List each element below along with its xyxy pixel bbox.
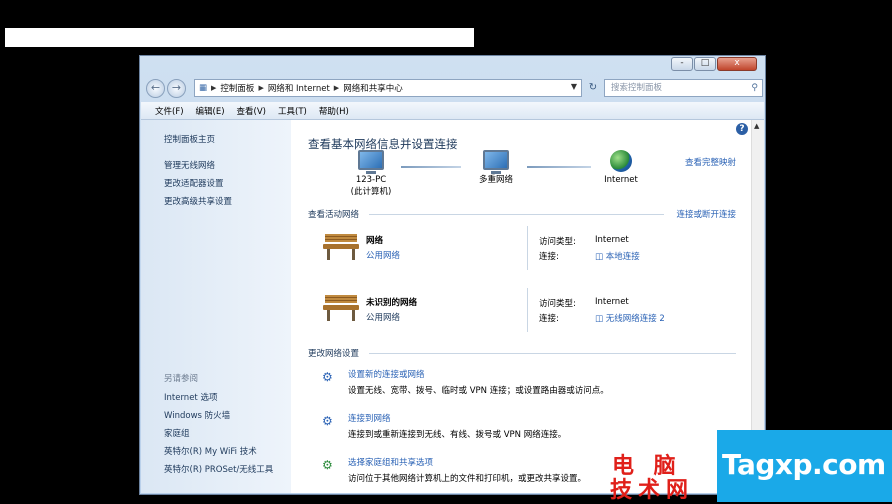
caption-buttons: - □ x bbox=[671, 57, 757, 72]
network-name: 未识别的网络 bbox=[366, 298, 418, 308]
breadcrumb-network-sharing-center[interactable]: 网络和共享中心 bbox=[343, 82, 403, 94]
watermark-site: Tagxp.com bbox=[722, 448, 886, 481]
breadcrumb-separator-icon: ▶ bbox=[333, 84, 340, 92]
network-icon bbox=[483, 150, 509, 174]
sidebar: 控制面板主页 管理无线网络 更改适配器设置 更改高级共享设置 另请参阅 Inte… bbox=[141, 120, 291, 493]
divider bbox=[369, 353, 736, 354]
homegroup-sharing-desc: 访问位于其他网络计算机上的文件和打印机，或更改共享设置。 bbox=[348, 474, 587, 484]
menu-view[interactable]: 查看(V) bbox=[237, 105, 266, 117]
sidebar-my-wifi[interactable]: 英特尔(R) My WiFi 技术 bbox=[164, 445, 257, 457]
sidebar-control-panel-home[interactable]: 控制面板主页 bbox=[164, 133, 215, 145]
ethernet-icon: ◫ bbox=[595, 252, 606, 262]
back-arrow-icon[interactable]: ← bbox=[146, 79, 165, 98]
wireless-connection-link[interactable]: ◫ 无线网络连接 2 bbox=[595, 312, 665, 324]
connection-label: 连接: bbox=[539, 252, 559, 262]
homegroup-sharing-link[interactable]: 选择家庭组和共享选项 bbox=[348, 456, 433, 468]
sidebar-change-adapter[interactable]: 更改适配器设置 bbox=[164, 177, 224, 189]
menu-help[interactable]: 帮助(H) bbox=[319, 105, 349, 117]
scroll-up-icon[interactable]: ▲ bbox=[754, 122, 759, 130]
node-mid-label: 多重网络 bbox=[478, 175, 513, 185]
setup-connection-desc: 设置无线、宽带、拨号、临时或 VPN 连接；或设置路由器或访问点。 bbox=[348, 386, 609, 396]
divider bbox=[369, 214, 664, 215]
network-sharing-center-window: - □ x ← → ▦ ▶ 控制面板 ▶ 网络和 Internet ▶ 网络和共… bbox=[139, 55, 766, 495]
homegroup-icon: ⚙ bbox=[322, 458, 333, 472]
navigation-row: ← → ▦ ▶ 控制面板 ▶ 网络和 Internet ▶ 网络和共享中心 ▼ … bbox=[144, 78, 763, 100]
minimize-button[interactable]: - bbox=[671, 57, 693, 71]
connection-line bbox=[401, 166, 461, 168]
network-name: 网络 bbox=[366, 236, 384, 246]
maximize-button[interactable]: □ bbox=[694, 57, 716, 71]
sidebar-manage-wireless[interactable]: 管理无线网络 bbox=[164, 159, 215, 171]
network-type-link[interactable]: 公用网络 bbox=[366, 249, 400, 261]
menu-tools[interactable]: 工具(T) bbox=[278, 105, 307, 117]
control-panel-icon: ▦ bbox=[199, 83, 208, 93]
menu-file[interactable]: 文件(F) bbox=[155, 105, 184, 117]
menu-bar: 文件(F) 编辑(E) 查看(V) 工具(T) 帮助(H) bbox=[141, 102, 764, 120]
local-connection-link[interactable]: ◫ 本地连接 bbox=[595, 250, 640, 262]
connect-to-network-link[interactable]: 连接到网络 bbox=[348, 412, 391, 424]
setup-connection-link[interactable]: 设置新的连接或网络 bbox=[348, 368, 425, 380]
connection-row: 连接: ◫ 本地连接 bbox=[539, 250, 640, 262]
main-content: ▲ ? 查看基本网络信息并设置连接 查看完整映射 123-PC (此计算机) 多… bbox=[291, 120, 764, 493]
connection-value: 本地连接 bbox=[605, 252, 640, 262]
top-white-bar bbox=[5, 28, 474, 47]
active-networks-header: 查看活动网络 bbox=[308, 210, 360, 220]
close-button[interactable]: x bbox=[717, 57, 757, 71]
sidebar-advanced-sharing[interactable]: 更改高级共享设置 bbox=[164, 195, 232, 207]
access-type-row: 访问类型: Internet bbox=[539, 297, 629, 309]
connection-label: 连接: bbox=[539, 314, 559, 324]
bench-icon bbox=[321, 293, 361, 323]
new-connection-icon: ⚙ bbox=[322, 370, 333, 384]
connect-disconnect-link[interactable]: 连接或断开连接 bbox=[676, 208, 736, 220]
node-multiple-networks: 多重网络 bbox=[466, 150, 526, 186]
watermark-text-line2: 技术网 bbox=[610, 478, 695, 503]
computer-icon bbox=[358, 150, 384, 174]
see-also-header: 另请参阅 bbox=[164, 374, 199, 384]
breadcrumb-separator-icon: ▶ bbox=[258, 84, 264, 92]
search-input[interactable]: 搜索控制面板 ⚲ bbox=[604, 79, 763, 97]
chevron-down-icon[interactable]: ▼ bbox=[571, 82, 577, 91]
access-type-row: 访问类型: Internet bbox=[539, 235, 629, 247]
node-this-computer: 123-PC (此计算机) bbox=[341, 150, 401, 198]
bench-icon bbox=[321, 232, 361, 262]
connection-row: 连接: ◫ 无线网络连接 2 bbox=[539, 312, 665, 324]
breadcrumb-network-internet[interactable]: 网络和 Internet bbox=[268, 82, 330, 94]
connection-value: 无线网络连接 2 bbox=[605, 314, 665, 324]
address-bar[interactable]: ▦ ▶ 控制面板 ▶ 网络和 Internet ▶ 网络和共享中心 ▼ bbox=[194, 79, 582, 97]
menu-edit[interactable]: 编辑(E) bbox=[196, 105, 225, 117]
help-icon[interactable]: ? bbox=[736, 123, 748, 135]
sidebar-windows-firewall[interactable]: Windows 防火墙 bbox=[164, 409, 230, 421]
divider bbox=[527, 226, 528, 270]
breadcrumb-control-panel[interactable]: 控制面板 bbox=[220, 82, 254, 94]
refresh-icon[interactable]: ↻ bbox=[584, 79, 602, 97]
node-pc-name: 123-PC bbox=[355, 175, 387, 185]
forward-arrow-icon[interactable]: → bbox=[167, 79, 186, 98]
view-full-map-link[interactable]: 查看完整映射 bbox=[685, 156, 736, 168]
node-internet-label: Internet bbox=[604, 175, 638, 185]
search-placeholder: 搜索控制面板 bbox=[611, 83, 663, 93]
sidebar-internet-options[interactable]: Internet 选项 bbox=[164, 391, 217, 403]
node-internet: Internet bbox=[591, 150, 651, 186]
node-pc-caption: (此计算机) bbox=[350, 187, 392, 197]
globe-icon bbox=[610, 150, 632, 172]
access-type-label: 访问类型: bbox=[539, 299, 576, 309]
connection-line bbox=[527, 166, 591, 168]
divider bbox=[527, 288, 528, 332]
change-settings-header: 更改网络设置 bbox=[308, 349, 360, 359]
search-icon[interactable]: ⚲ bbox=[751, 80, 758, 96]
network-type-link[interactable]: 公用网络 bbox=[366, 311, 400, 323]
connect-network-icon: ⚙ bbox=[322, 414, 333, 428]
access-type-value: Internet bbox=[595, 297, 629, 307]
access-type-value: Internet bbox=[595, 235, 629, 245]
sidebar-homegroup[interactable]: 家庭组 bbox=[164, 427, 190, 439]
connect-to-network-desc: 连接到或重新连接到无线、有线、拨号或 VPN 网络连接。 bbox=[348, 430, 567, 440]
access-type-label: 访问类型: bbox=[539, 237, 576, 247]
wifi-icon: ◫ bbox=[595, 314, 606, 324]
sidebar-proset[interactable]: 英特尔(R) PROSet/无线工具 bbox=[164, 463, 273, 475]
breadcrumb-separator-icon: ▶ bbox=[211, 84, 217, 92]
